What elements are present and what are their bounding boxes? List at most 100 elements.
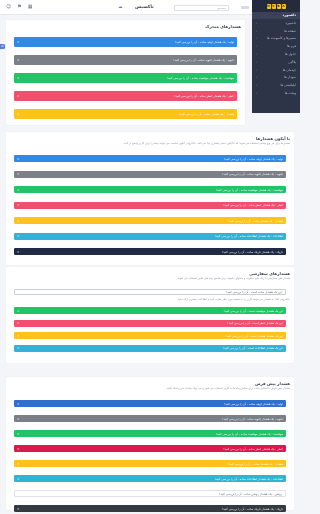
sidebar-section-title: داشبورد bbox=[252, 12, 300, 19]
user-icon[interactable]: ☺ bbox=[6, 4, 11, 11]
sidebar-item-label: جدول ها bbox=[284, 52, 296, 57]
alert: خطر : یک هشدار خطر ساده - آن را بررسی کن… bbox=[14, 201, 286, 209]
close-icon[interactable]: ✕ bbox=[17, 219, 20, 223]
layers-icon: ‹ bbox=[256, 36, 258, 41]
alert-text: تاریک : یک هشدار تاریک ساده - آن را بررس… bbox=[221, 506, 283, 511]
brand-name: تاکسبس bbox=[135, 5, 154, 10]
sidebar-item[interactable]: نمودار ها ‹ bbox=[252, 74, 300, 82]
layout-icon: ‹ bbox=[256, 67, 258, 72]
cart-icon[interactable]: ☁ bbox=[118, 5, 123, 11]
close-icon[interactable]: ✕ bbox=[17, 309, 20, 313]
card-title: هشدارهای متحرک bbox=[205, 24, 241, 29]
close-icon[interactable]: ✕ bbox=[17, 172, 20, 176]
sidebar-item[interactable]: داشبورد ‹ bbox=[252, 19, 300, 27]
alert-text: خطر : یک هشدار خطر ساده - آن را بررسی کن… bbox=[223, 203, 283, 207]
sidebar-item-label: مسیرها و کامپوننت ها bbox=[267, 36, 296, 41]
close-icon[interactable]: ✕ bbox=[17, 417, 20, 421]
close-icon[interactable]: ✕ bbox=[17, 94, 20, 98]
sidebar-item-label: داشبورد bbox=[285, 20, 296, 25]
sidebar-list: داشبورد ‹ صفحه ها ‹ مسیرها و کامپوننت ها ‹ فرم… bbox=[252, 19, 300, 97]
alert: اولیه : یک هشدار اولیه ساده - آن را بررس… bbox=[14, 400, 286, 407]
edit-icon: ‹ bbox=[256, 44, 258, 49]
topbar-icons: ☺ ⚑ ▦ bbox=[6, 4, 32, 11]
menu-toggle[interactable] bbox=[241, 6, 249, 9]
close-icon[interactable]: ✕ bbox=[17, 234, 20, 238]
logo-letter: D bbox=[266, 3, 271, 9]
card-title: هشدارهای سفارشی bbox=[249, 271, 290, 276]
card-title: با آیکون هشدارها bbox=[255, 136, 290, 141]
close-icon[interactable]: ✕ bbox=[17, 346, 20, 350]
logo[interactable]: A B C D bbox=[252, 0, 300, 12]
plain-alert: این یک هشدار ساده است - آن را بررسی کنید… bbox=[14, 289, 286, 295]
alert: اولیه : یک هشدار اولیه ساده - آن را بررس… bbox=[14, 37, 237, 47]
alert: موفقیت : یک هشدار موفقیت ساده - آن را بر… bbox=[14, 73, 237, 83]
alert: این یک هشدار موفقیت است - آن را بررسی کن… bbox=[14, 307, 286, 314]
alert-text: روشن : یک هشدار روشن ساده - آن را بررسی … bbox=[219, 491, 282, 496]
close-icon[interactable]: ✕ bbox=[17, 58, 20, 62]
card-subtitle: هشدارها برای هر نوع پیغامی استفاده می شو… bbox=[123, 142, 290, 145]
sidebar-item[interactable]: فرم ها ‹ bbox=[252, 42, 300, 50]
alert-text: این یک هشدار هشدار است - آن را بررسی کنی… bbox=[225, 333, 283, 338]
sidebar-item[interactable]: اپلیکیشن ها ‹ bbox=[252, 81, 300, 89]
card-custom-alerts: هشدارهای سفارشی هشدار های سفارشی با رنگ … bbox=[6, 267, 294, 363]
sidebar-item-label: فرم ها bbox=[287, 44, 296, 49]
file-icon: ‹ bbox=[256, 28, 258, 33]
alert-text: اطلاعات : یک هشدار اطلاعات ساده - آن را … bbox=[214, 234, 283, 238]
alert-text: موفقیت : یک هشدار موفقیت ساده - آن را بر… bbox=[215, 187, 283, 192]
close-icon[interactable]: ✕ bbox=[17, 157, 20, 161]
logo-letter: C bbox=[271, 3, 276, 9]
close-icon[interactable]: ✕ bbox=[17, 76, 20, 80]
close-icon[interactable]: ✕ bbox=[17, 462, 20, 466]
sidebar-item-label: اپلیکیشن ها bbox=[280, 83, 296, 88]
close-icon[interactable]: ✕ bbox=[17, 188, 20, 192]
table-icon: ‹ bbox=[256, 52, 258, 57]
close-icon[interactable]: ✕ bbox=[17, 40, 20, 44]
sidebar-item[interactable]: جدول ها ‹ bbox=[252, 50, 300, 58]
sidebar-item-label: چیدمان ها bbox=[282, 67, 296, 72]
alert-text: خطر : یک هشدار خطر ساده - آن را بررسی کن… bbox=[223, 446, 283, 451]
settings-tab-icon[interactable]: ⚙ bbox=[0, 44, 5, 49]
card-default-alerts: هشدار پیش فرض هشدار پیش فرض با استایل سا… bbox=[6, 377, 294, 512]
alert: این یک هشدار خطر است - آن را بررسی کنید!… bbox=[14, 319, 286, 327]
alert: موفقیت : یک هشدار موفقیت ساده - آن را بر… bbox=[14, 430, 286, 437]
card-subtitle: هشدار پیش فرض با استایل ساده برای نمایش … bbox=[166, 387, 290, 390]
close-icon[interactable]: ✕ bbox=[17, 112, 20, 116]
alert-text: تاریک : یک هشدار تاریک ساده - آن را بررس… bbox=[221, 249, 283, 254]
card-subtitle: هشدار های سفارشی با رنگ های متفاوت و محت… bbox=[176, 277, 290, 280]
widget-icon: ‹ bbox=[256, 91, 258, 96]
alert: هشدار : یک هشدار ساده - آن را بررسی کنید… bbox=[14, 217, 286, 224]
alert: این یک هشدار هشدار است - آن را بررسی کنی… bbox=[14, 332, 286, 339]
alert: موفقیت : یک هشدار موفقیت ساده - آن را بر… bbox=[14, 186, 286, 193]
alert-text: موفقیت : یک هشدار موفقیت ساده - آن را بر… bbox=[166, 76, 234, 80]
alert-text: هشدار : یک هشدار ساده - آن را بررسی کنید… bbox=[179, 112, 234, 116]
alert: این یک هشدار اطلاعات است - آن را بررسی ک… bbox=[14, 344, 286, 352]
close-icon[interactable]: ✕ bbox=[17, 507, 20, 511]
sidebar-item[interactable]: پلاگین ‹ bbox=[252, 58, 300, 66]
close-icon[interactable]: ✕ bbox=[17, 447, 20, 451]
sidebar-item[interactable]: چیدمان ها ‹ bbox=[252, 66, 300, 74]
alert-text: ثانویه : یک هشدار ثانویه ساده - آن را بر… bbox=[173, 58, 234, 62]
alert-text: خطر : یک هشدار خطر ساده - آن را بررسی کن… bbox=[174, 94, 234, 98]
sidebar-item[interactable]: مسیرها و کامپوننت ها ‹ bbox=[252, 35, 300, 43]
logo-letter: A bbox=[281, 3, 286, 9]
sidebar-item[interactable]: ویجت ها ‹ bbox=[252, 89, 300, 97]
flag-icon[interactable]: ⚑ bbox=[17, 4, 21, 11]
alert: اطلاعات : یک هشدار اطلاعات ساده - آن را … bbox=[14, 475, 286, 482]
sidebar-item[interactable]: صفحه ها ‹ bbox=[252, 27, 300, 35]
close-icon[interactable]: ✕ bbox=[17, 321, 20, 325]
close-icon[interactable]: ✕ bbox=[17, 402, 20, 406]
grid-icon[interactable]: ▦ bbox=[28, 4, 33, 11]
close-icon[interactable]: ✕ bbox=[17, 334, 20, 338]
alert: تاریک : یک هشدار تاریک ساده - آن را بررس… bbox=[14, 505, 286, 512]
close-icon[interactable]: ✕ bbox=[17, 203, 20, 207]
sidebar-item-label: نمودار ها bbox=[284, 75, 296, 80]
alert-text: اولیه : یک هشدار اولیه ساده - آن را بررس… bbox=[223, 401, 283, 406]
close-icon[interactable]: ✕ bbox=[18, 492, 21, 496]
close-icon[interactable]: ✕ bbox=[17, 432, 20, 436]
close-icon[interactable]: ✕ bbox=[17, 477, 20, 481]
card-animated-alerts: هشدارهای متحرک اولیه : یک هشدار اولیه سا… bbox=[6, 20, 245, 125]
alert: ثانویه : یک هشدار ثانویه ساده - آن را بر… bbox=[14, 170, 286, 178]
close-icon[interactable]: ✕ bbox=[17, 250, 20, 254]
alert-text: این یک هشدار اطلاعات است - آن را بررسی ک… bbox=[222, 346, 283, 350]
search-input[interactable]: جستجو bbox=[174, 4, 229, 11]
